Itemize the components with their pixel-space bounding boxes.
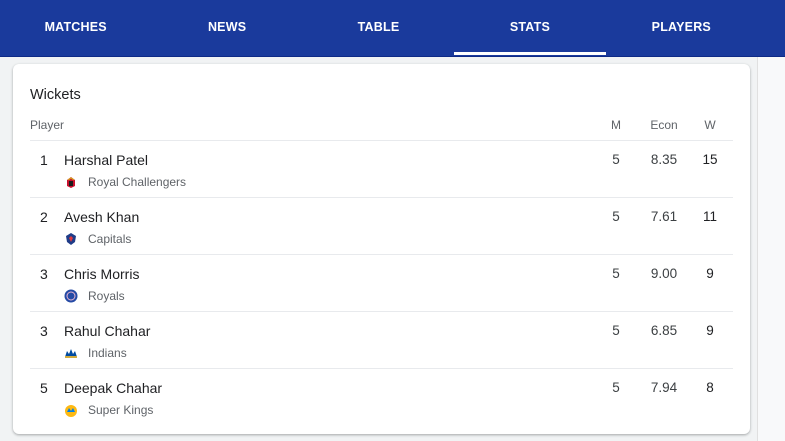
player-name[interactable]: Harshal Patel [64,152,148,168]
table-row[interactable]: 2 Avesh Khan Capitals 5 7.61 11 [30,198,733,255]
header-matches: M [611,118,621,132]
player-name[interactable]: Chris Morris [64,266,139,282]
tab-table[interactable]: TABLE [303,0,454,57]
royals-logo-icon [64,289,78,303]
table-row[interactable]: 1 Harshal Patel Royal Challengers 5 8.35… [30,141,733,198]
team-name: Royal Challengers [88,175,187,189]
econ-value: 7.61 [650,209,678,224]
card-title: Wickets [30,87,81,103]
econ-value: 7.94 [650,380,678,395]
player-name[interactable]: Deepak Chahar [64,380,162,396]
header-player: Player [30,118,65,132]
player-rank: 3 [40,323,48,339]
player-team: Indians [64,346,127,360]
player-team: Royals [64,289,125,303]
econ-value: 9.00 [650,266,678,281]
player-rank: 1 [40,152,48,168]
table-row[interactable]: 3 Rahul Chahar Indians 5 6.85 9 [30,312,733,369]
tab-bar: MATCHES NEWS TABLE STATS PLAYERS [0,0,757,57]
player-rank: 2 [40,209,48,225]
player-rank: 3 [40,266,48,282]
team-name: Super Kings [88,403,154,417]
player-name[interactable]: Rahul Chahar [64,323,150,339]
team-name: Capitals [88,232,132,246]
player-rank: 5 [40,380,48,396]
super-kings-logo-icon [65,405,77,417]
player-team: Capitals [64,232,131,246]
econ-value: 8.35 [650,152,678,167]
header-econ: Econ [650,118,678,132]
wickets-value: 15 [702,152,718,167]
wickets-value: 11 [702,209,717,224]
team-name: Indians [88,346,127,360]
matches-value: 5 [612,380,620,395]
player-name[interactable]: Avesh Khan [64,209,139,225]
tab-matches[interactable]: MATCHES [0,0,151,57]
wickets-value: 8 [706,380,714,395]
wickets-value: 9 [706,323,714,338]
player-team: Super Kings [64,403,153,417]
matches-value: 5 [612,323,620,338]
top-navigation-bar: MATCHES NEWS TABLE STATS PLAYERS [0,0,785,57]
tab-news[interactable]: NEWS [151,0,302,57]
indians-logo-icon [65,349,77,358]
royal-challengers-logo-icon [67,177,75,188]
econ-value: 6.85 [650,323,678,338]
matches-value: 5 [612,152,620,167]
matches-value: 5 [612,266,620,281]
matches-value: 5 [612,209,620,224]
header-wickets: W [704,118,716,132]
right-panel [757,57,785,441]
team-name: Royals [88,289,125,303]
table-row[interactable]: 5 Deepak Chahar Super Kings 5 7.94 8 [30,369,733,426]
capitals-logo-icon [66,233,76,245]
tab-players[interactable]: PLAYERS [606,0,757,57]
page-margin [0,57,13,441]
wickets-value: 9 [706,266,714,281]
table-row[interactable]: 3 Chris Morris Royals 5 9.00 9 [30,255,733,312]
table-header: Player M Econ W [30,118,733,141]
wickets-stats-card: Wickets Player M Econ W 1 Harshal Patel … [13,64,750,434]
tab-stats[interactable]: STATS [454,0,607,57]
player-team: Royal Challengers [64,175,186,189]
